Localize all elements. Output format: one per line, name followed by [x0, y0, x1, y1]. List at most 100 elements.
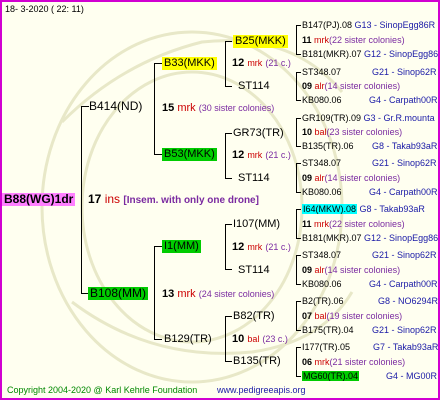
- connector-line: [225, 178, 232, 179]
- ggp-b2-name: ST114: [238, 172, 270, 184]
- ancestor-location: G8 - NO6294R: [378, 296, 439, 306]
- ancestor-line: B181(MKR).07 G12 - SinopEgg86R: [302, 49, 440, 60]
- ancestor-name: B181(MKR).07: [302, 49, 362, 59]
- sister-line: 06 mrk(21 sister colonies): [302, 357, 405, 368]
- sister-note: (14 sister colonies): [324, 265, 401, 275]
- gp-a-count: 12: [232, 57, 245, 69]
- connector-line: [296, 25, 301, 26]
- sister-count: 09: [302, 81, 313, 91]
- ancestor-name: I64(MKW).08: [302, 204, 358, 214]
- sister-mark: bal: [314, 127, 327, 137]
- ancestor-line: B135(TR).06 G8 - Takab93aR: [302, 141, 437, 152]
- connector-line: [296, 209, 301, 210]
- sister-note: (22 sister colonies): [329, 219, 405, 229]
- ancestor-name: B2(TR).06: [302, 296, 344, 306]
- connector-line: [296, 301, 297, 331]
- gp-b-note: (21 c.): [265, 150, 291, 160]
- ancestor-line: ST348.07 G21 - Sinop62R: [302, 67, 437, 78]
- ancestor-name: KB080.06: [302, 95, 342, 105]
- connector-line: [225, 41, 232, 42]
- connector-line: [225, 86, 232, 87]
- ancestor-line: KB080.06 G4 - Carpath00R: [302, 187, 438, 198]
- connector-line: [225, 133, 226, 179]
- sister-count: 09: [302, 265, 313, 275]
- ancestor-line: KB080.06 G4 - Carpath00R: [302, 95, 438, 106]
- sister-count: 09: [302, 173, 313, 183]
- connector-line: [225, 316, 232, 317]
- ancestor-name: ST348.07: [302, 250, 342, 260]
- gp-d-info: 10 bal (23 c.): [232, 333, 288, 346]
- ancestor-name: MG60(TR).04: [302, 371, 360, 381]
- gp-d-name: B129(TR): [164, 333, 212, 345]
- connector-line: [296, 284, 301, 285]
- connector-line: [296, 238, 301, 239]
- ancestor-line: GR109(TR).09 G3 - Gr.R.mounta: [302, 113, 435, 124]
- gp-a-info: 12 mrk (21 c.): [232, 57, 291, 70]
- ancestor-location: G12 - SinopEgg86R: [364, 49, 440, 59]
- parent-top-mark: mrk: [177, 102, 196, 114]
- connector-line: [225, 224, 226, 270]
- sister-line: 07 bal(19 sister colonies): [302, 311, 402, 322]
- gp-d-count: 10: [232, 333, 245, 345]
- parent-bottom-mark: mrk: [177, 288, 196, 300]
- parent-bottom-count: 13: [162, 288, 175, 300]
- connector-line: [154, 246, 162, 247]
- sister-note: (22 sister colonies): [329, 35, 405, 45]
- connector-line: [296, 163, 301, 164]
- ggp-d1-name: B82(TR): [233, 310, 275, 322]
- gp-a-mark: mrk: [247, 58, 263, 68]
- connector-line: [296, 72, 301, 73]
- ancestor-line: MG60(TR).04 G4 - MG00R: [302, 371, 437, 382]
- connector-line: [81, 106, 82, 294]
- ancestor-location: G3 - Gr.R.mounta: [363, 113, 435, 123]
- ancestor-name: I177(TR).05: [302, 342, 351, 352]
- ancestor-location: G21 - Sinop62R: [372, 158, 437, 168]
- sister-note: (14 sister colonies): [324, 173, 401, 183]
- connector-line: [296, 255, 301, 256]
- gp-b-name: B53(MKK): [162, 148, 217, 161]
- ancestor-name: ST348.07: [302, 158, 342, 168]
- sister-mark: alr: [314, 81, 325, 91]
- sister-mark: mrk: [314, 219, 330, 229]
- ancestor-name: B147(PJ).08: [302, 20, 353, 30]
- website-link[interactable]: www.pedigreeapis.org: [217, 385, 306, 396]
- ancestor-name: KB080.06: [302, 187, 342, 197]
- gp-c-mark: mrk: [247, 242, 263, 252]
- sister-count: 06: [302, 357, 313, 367]
- sister-count: 11: [302, 35, 312, 45]
- sister-mark: mrk: [314, 357, 330, 367]
- connector-line: [81, 106, 89, 107]
- connector-line: [225, 41, 226, 87]
- ancestor-line: ST348.07 G21 - Sinop62R: [302, 158, 437, 169]
- parent-top-info: 15 mrk (30 sister colonies): [162, 102, 274, 115]
- sister-mark: mrk: [314, 35, 330, 45]
- connector-line: [225, 269, 232, 270]
- parent-bottom-note: (24 sister colonies): [198, 289, 275, 299]
- connector-line: [296, 347, 297, 377]
- ancestor-location: G21 - Sinop62R: [372, 250, 437, 260]
- pedigree-canvas: 18- 3-2020 ( 22: 11) B88(WG)1dr 17 ins […: [0, 0, 440, 400]
- connector-line: [296, 72, 297, 101]
- connector-line: [154, 63, 155, 155]
- sister-line: 10 bal(23 sister colonies): [302, 127, 402, 138]
- ancestor-location: G21 - Sinop62R: [372, 325, 437, 335]
- ancestor-line: B175(TR).04 G21 - Sinop62R: [302, 325, 437, 336]
- ggp-b1-name: GR73(TR): [233, 127, 284, 139]
- sister-mark: alr: [314, 173, 325, 183]
- ancestor-location: G4 - Carpath00R: [369, 95, 438, 105]
- sister-note: (14 sister colonies): [324, 81, 401, 91]
- sister-line: 11 mrk(22 sister colonies): [302, 35, 405, 46]
- connector-line: [296, 376, 301, 377]
- sister-line: 09 alr(14 sister colonies): [302, 81, 400, 92]
- ancestor-location: G21 - Sinop62R: [372, 67, 437, 77]
- ggp-c1-name: I107(MM): [233, 218, 281, 230]
- queen-info: 17 ins [Insem. with only one drone]: [88, 193, 259, 207]
- ggp-a2-name: ST114: [238, 80, 270, 92]
- ancestor-name: B135(TR).06: [302, 141, 354, 151]
- connector-line: [154, 246, 155, 339]
- queen-note: [Insem. with only one drone]: [123, 195, 259, 206]
- ancestor-location: G8 - Takab93aR: [359, 204, 425, 214]
- print-date: 18- 3-2020 ( 22: 11): [5, 4, 84, 14]
- connector-line: [225, 361, 232, 362]
- connector-line: [296, 163, 297, 193]
